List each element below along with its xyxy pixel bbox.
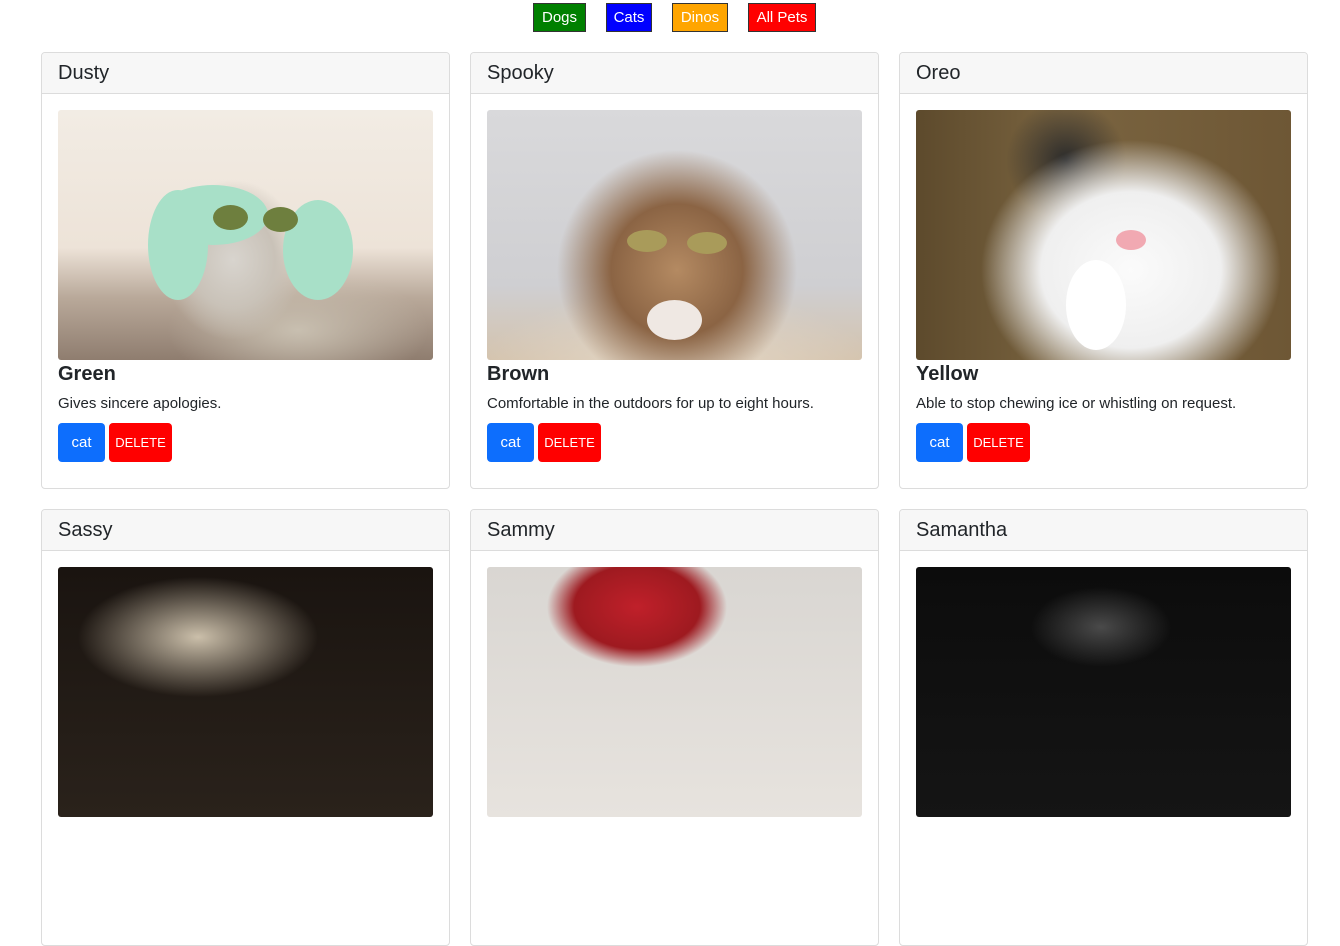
pet-description: Gives sincere apologies. [58,395,222,412]
filter-cats-button[interactable]: Cats [606,3,652,32]
filter-dogs-button[interactable]: Dogs [533,3,586,32]
cat-nose [1116,230,1146,250]
pet-card: Dusty Green Gives sincere apologies. cat… [41,52,450,489]
pet-card: Sammy [470,509,879,946]
pet-photo [58,567,433,817]
cat-paw [1066,260,1126,350]
card-actions: cat DELETE [916,423,1291,463]
knit-hat-left-puff [148,190,208,300]
card-body: Yellow Able to stop chewing ice or whist… [900,94,1307,463]
pet-name: Sassy [42,510,449,551]
card-body [42,551,449,817]
pet-name: Oreo [900,53,1307,94]
cat-mouth [647,300,702,340]
pet-description: Able to stop chewing ice or whistling on… [916,395,1237,412]
pet-photo [916,110,1291,360]
filter-dinos-button[interactable]: Dinos [672,3,728,32]
filter-all-pets-button[interactable]: All Pets [748,3,816,32]
card-body: Green Gives sincere apologies. cat DELET… [42,94,449,463]
pet-name: Samantha [900,510,1307,551]
card-body [471,551,878,817]
pet-type-button[interactable]: cat [487,423,534,462]
pet-card: Sassy [41,509,450,946]
pet-photo [487,110,862,360]
pet-photo [916,567,1291,817]
pet-photo [58,110,433,360]
pet-type-button[interactable]: cat [916,423,963,462]
cat-eye-left [627,230,667,252]
cat-eye-right [687,232,727,254]
pet-color: Green [58,363,116,385]
delete-button[interactable]: DELETE [538,423,601,462]
card-body [900,551,1307,817]
card-body: Brown Comfortable in the outdoors for up… [471,94,878,463]
pet-card: Spooky Brown Comfortable in the outdoors… [470,52,879,489]
delete-button[interactable]: DELETE [109,423,172,462]
pet-card: Oreo Yellow Able to stop chewing ice or … [899,52,1308,489]
pet-type-button[interactable]: cat [58,423,105,462]
card-actions: cat DELETE [487,423,862,463]
pet-name: Dusty [42,53,449,94]
pet-photo [487,567,862,817]
pet-card: Samantha [899,509,1308,946]
pet-name: Sammy [471,510,878,551]
pet-color: Yellow [916,363,979,385]
pet-description: Comfortable in the outdoors for up to ei… [487,395,814,412]
cat-eye-left [213,205,248,230]
cat-eye-right [263,207,298,232]
pet-name: Spooky [471,53,878,94]
delete-button[interactable]: DELETE [967,423,1030,462]
card-actions: cat DELETE [58,423,433,463]
filter-bar: Dogs Cats Dinos All Pets [0,3,1340,33]
pet-color: Brown [487,363,550,385]
